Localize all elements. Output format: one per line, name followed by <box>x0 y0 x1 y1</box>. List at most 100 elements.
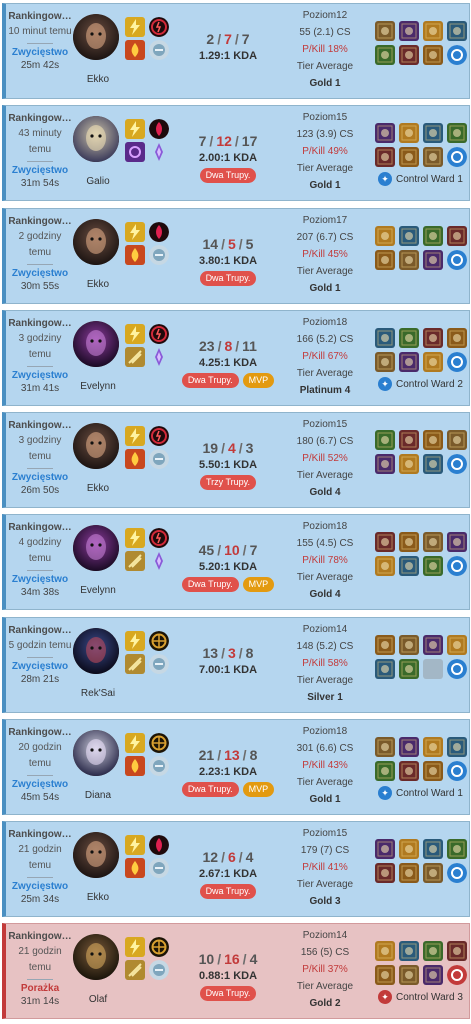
match-result: Zwycięstwo <box>11 268 69 279</box>
champion-portrait[interactable] <box>73 116 119 162</box>
kills: 23 <box>199 338 215 354</box>
match-card[interactable]: Rankingow… 2 godziny temu Zwycięstwo 30m 55… <box>2 208 470 304</box>
item-icon <box>375 863 395 883</box>
match-stats: Poziom17 207 (6.7) CS P/Kill 45% Tier Avera… <box>282 209 368 297</box>
item-grid <box>375 328 471 374</box>
tier-average-label: Tier Average <box>296 981 354 992</box>
champion-portrait[interactable] <box>73 628 119 674</box>
match-stats: Poziom18 301 (6.6) CS P/Kill 43% Tier Avera… <box>282 720 368 808</box>
precision-icon <box>149 631 169 651</box>
item-icon <box>399 352 419 372</box>
item-icon <box>399 430 419 450</box>
kills: 2 <box>206 31 215 47</box>
item-icon <box>423 45 443 65</box>
resolve-icon <box>149 654 169 674</box>
flash-icon <box>125 119 145 139</box>
champion-level: Poziom15 <box>302 828 348 839</box>
time-ago: 10 minut temu <box>8 26 72 37</box>
match-card[interactable]: Rankingow… 21 godzin temu Porażka 31m 14s Ol… <box>2 923 470 1019</box>
kills: 45 <box>198 542 215 558</box>
item-grid <box>375 941 471 987</box>
kda-score: 12/6/4 <box>182 849 274 865</box>
slash: / <box>209 133 214 149</box>
item-icon <box>399 635 419 655</box>
mvp-badge: MVP <box>242 373 275 388</box>
deaths: 16 <box>224 951 240 967</box>
slash: / <box>217 31 222 47</box>
conqueror-icon <box>149 119 169 139</box>
match-summary: Rankingow… 43 minuty temu Zwycięstwo 31m 54… <box>6 106 74 200</box>
item-icon <box>375 737 395 757</box>
item-icon <box>447 839 467 859</box>
item-icon <box>399 839 419 859</box>
control-ward-count: Control Ward 1 <box>396 173 463 185</box>
match-history-list: Rankingow… 10 minut temu Zwycięstwo 25m 42s… <box>0 0 471 1024</box>
slash: / <box>238 849 243 865</box>
match-card[interactable]: Rankingow… 20 godzin temu Zwycięstwo 45m 54… <box>2 719 470 815</box>
teleport-icon <box>125 142 145 162</box>
ignite-icon <box>125 449 145 469</box>
ward-totem-icon <box>447 556 467 576</box>
champion-level: Poziom18 <box>302 521 348 532</box>
match-card[interactable]: Rankingow… 3 godziny temu Zwycięstwo 31m 41… <box>2 310 470 406</box>
match-card[interactable]: Rankingow… 5 godzin temu Zwycięstwo 28m 21s… <box>2 617 470 713</box>
champion-portrait[interactable] <box>73 730 119 776</box>
match-result: Zwycięstwo <box>11 574 69 585</box>
multikill-badge: Trzy Trupy. <box>199 475 256 490</box>
slash: / <box>221 849 225 865</box>
champion-portrait[interactable] <box>73 832 119 878</box>
tier-average-label: Tier Average <box>296 61 354 72</box>
champion-portrait[interactable] <box>73 219 119 265</box>
item-grid <box>375 123 471 169</box>
flash-icon <box>125 631 145 651</box>
kda-ratio: 5.20:1 KDA <box>198 561 258 573</box>
deaths: 12 <box>216 133 232 149</box>
slash: / <box>217 951 222 967</box>
champion-portrait[interactable] <box>73 525 119 571</box>
flash-icon <box>125 222 145 242</box>
kill-participation: P/Kill 37% <box>302 964 348 975</box>
item-grid <box>375 737 471 783</box>
item-icon <box>447 532 467 552</box>
item-icon <box>375 45 395 65</box>
match-duration: 30m 55s <box>20 281 60 292</box>
divider <box>27 877 53 878</box>
match-card[interactable]: Rankingow… 4 godziny temu Zwycięstwo 34m 38… <box>2 514 470 610</box>
time-ago: 4 godziny temu <box>18 537 62 564</box>
tier-average-label: Tier Average <box>296 572 354 583</box>
kda-score: 19/4/3 <box>182 440 274 456</box>
slash: / <box>242 542 247 558</box>
badge-row <box>166 66 290 82</box>
tier-average-label: Tier Average <box>296 470 354 481</box>
champion-portrait[interactable] <box>73 14 119 60</box>
mvp-badge: MVP <box>242 782 275 797</box>
electrocute-icon <box>149 17 169 37</box>
kills: 12 <box>202 849 219 865</box>
kills: 7 <box>198 133 207 149</box>
time-ago: 21 godzin temu <box>18 946 62 973</box>
match-card[interactable]: Rankingow… 3 godziny temu Zwycięstwo 26m 50… <box>2 412 470 508</box>
slash: / <box>217 747 222 763</box>
assists: 7 <box>241 31 250 47</box>
match-card[interactable]: Rankingow… 21 godzin temu Zwycięstwo 25m 34… <box>2 821 470 917</box>
champion-name: Evelynn <box>80 585 116 596</box>
control-ward-icon: ✦ <box>378 786 392 800</box>
match-card[interactable]: Rankingow… 43 minuty temu Zwycięstwo 31m 54… <box>2 105 470 201</box>
sorcery-icon <box>149 551 169 571</box>
item-grid <box>375 839 471 885</box>
match-card[interactable]: Rankingow… 10 minut temu Zwycięstwo 25m 42s… <box>2 3 470 99</box>
match-result: Zwycięstwo <box>11 661 69 672</box>
match-stats: Poziom18 155 (4.5) CS P/Kill 78% Tier Avera… <box>282 515 368 603</box>
item-icon <box>375 659 395 679</box>
champion-portrait[interactable] <box>73 423 119 469</box>
match-stats: Poziom14 156 (5) CS P/Kill 37% Tier Average… <box>282 924 368 1012</box>
champion-portrait[interactable] <box>73 321 119 367</box>
smite-icon <box>125 654 145 674</box>
item-icon <box>375 430 395 450</box>
tier-average-label: Tier Average <box>296 777 354 788</box>
queue-type: Rankingow… <box>8 522 72 533</box>
deaths: 3 <box>227 645 236 661</box>
deaths: 10 <box>224 542 240 558</box>
creep-score: 179 (7) CS <box>300 845 350 856</box>
champion-portrait[interactable] <box>73 934 119 980</box>
